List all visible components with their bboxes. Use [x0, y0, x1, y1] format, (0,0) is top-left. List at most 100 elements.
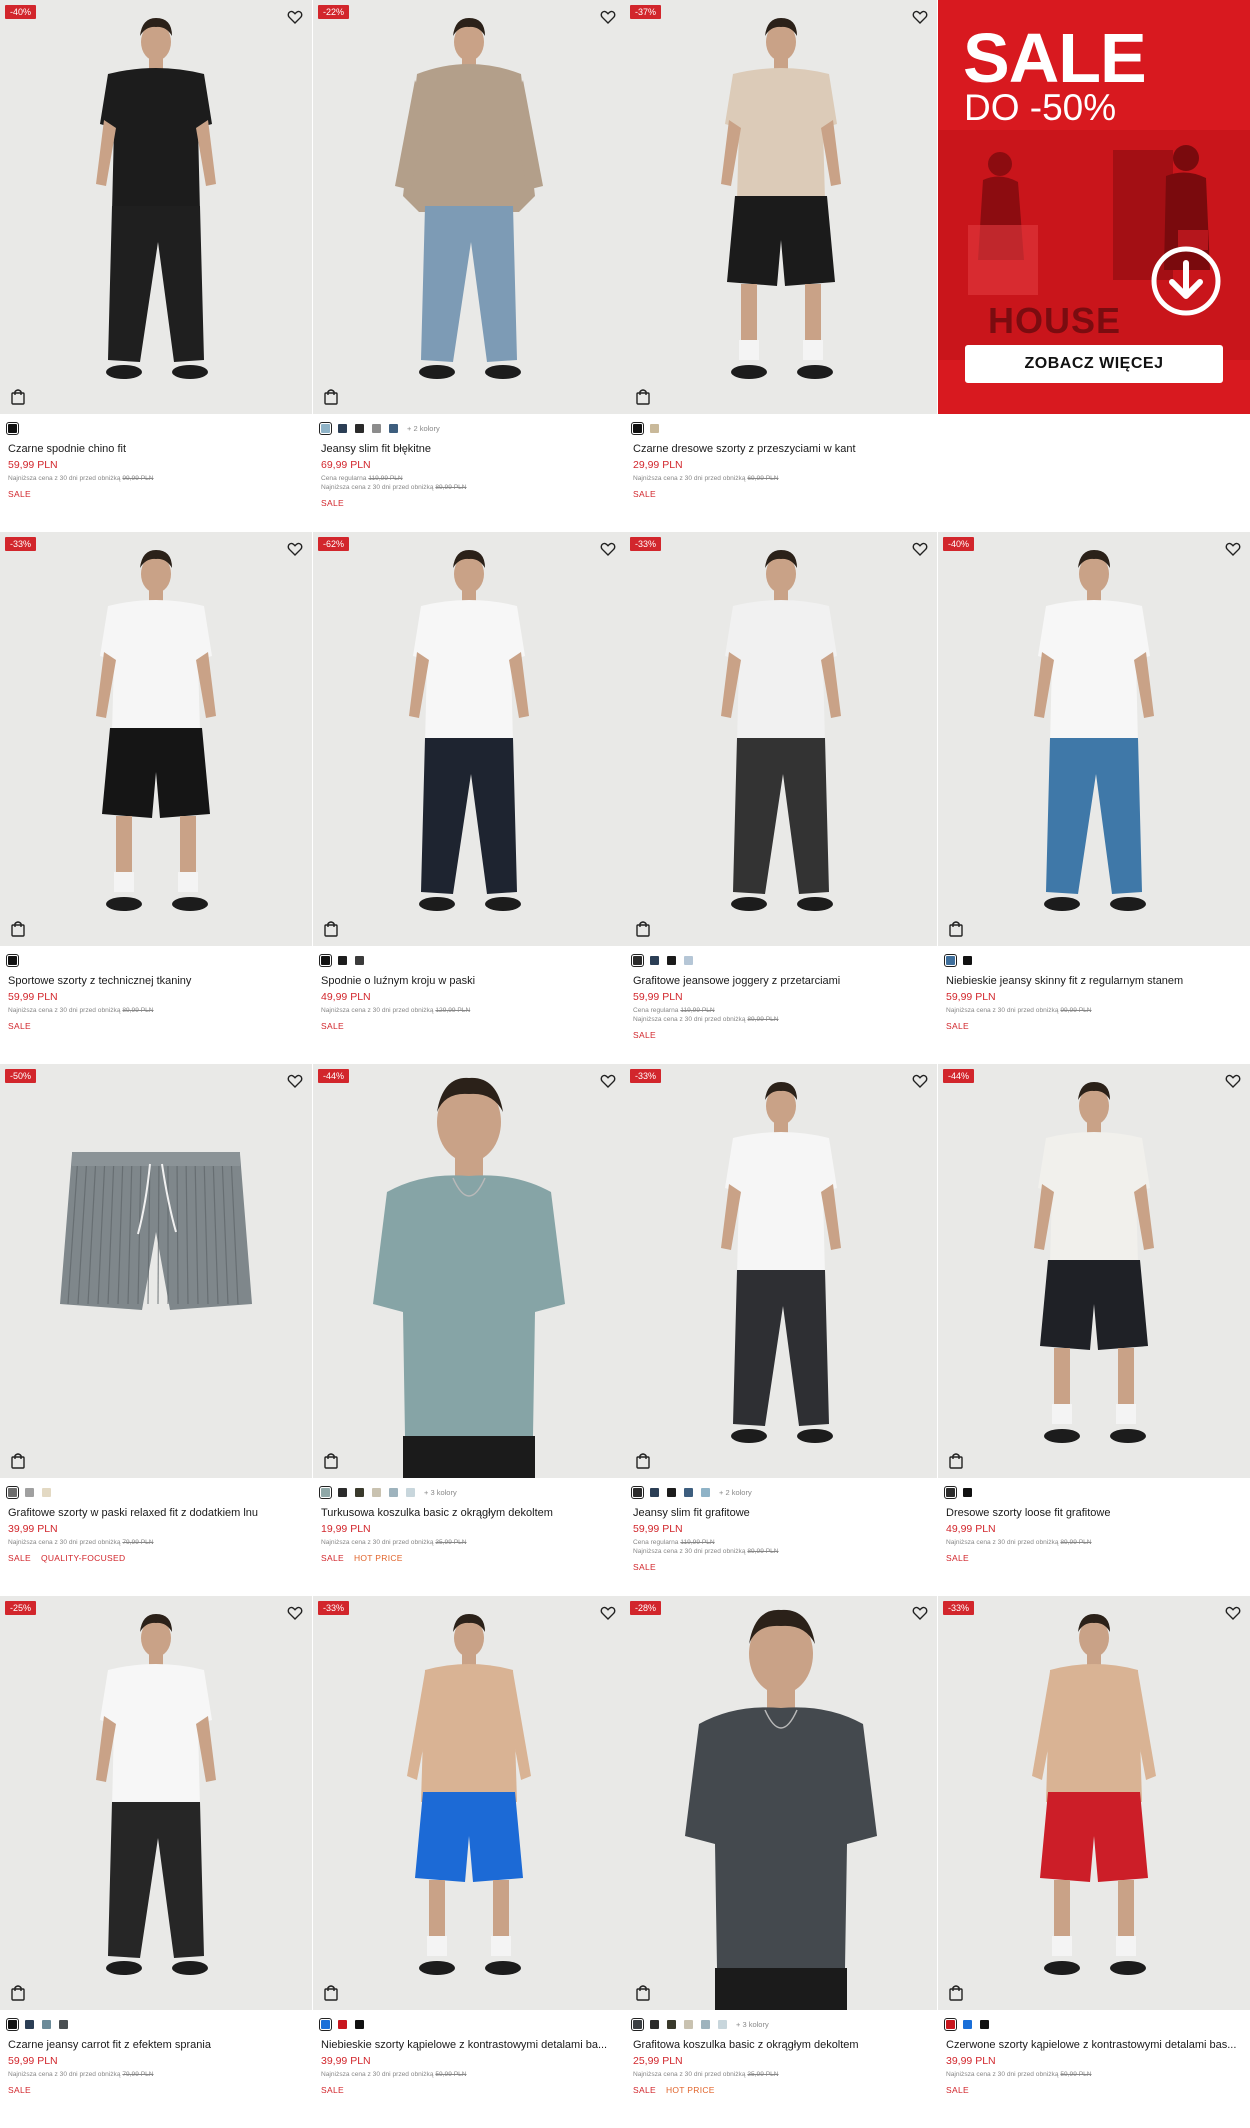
more-colors-label[interactable]: + 2 kolory [407, 424, 440, 433]
color-swatch[interactable] [25, 1488, 34, 1497]
heart-icon[interactable] [912, 9, 928, 25]
shopping-bag-icon[interactable] [323, 920, 339, 937]
color-swatch[interactable] [42, 1488, 51, 1497]
product-photo[interactable]: -33% [313, 1596, 625, 2010]
arrow-down-icon[interactable] [1150, 245, 1222, 317]
color-swatch[interactable] [319, 954, 332, 967]
product-photo[interactable]: -44% [938, 1064, 1250, 1478]
product-name[interactable]: Sportowe szorty z technicznej tkaniny [8, 975, 304, 987]
color-swatch[interactable] [389, 1488, 398, 1497]
color-swatch[interactable] [319, 422, 332, 435]
product-photo[interactable]: -33% [625, 532, 937, 946]
product-name[interactable]: Grafitowe jeansowe joggery z przetarciam… [633, 975, 929, 987]
color-swatch[interactable] [631, 2018, 644, 2031]
color-swatch[interactable] [944, 2018, 957, 2031]
color-swatch[interactable] [338, 1488, 347, 1497]
shopping-bag-icon[interactable] [635, 388, 651, 405]
product-name[interactable]: Jeansy slim fit grafitowe [633, 1507, 929, 1519]
color-swatch[interactable] [650, 424, 659, 433]
product-card[interactable]: -33% Sportowe szorty z technicznej tkanin… [0, 532, 312, 1064]
color-swatch[interactable] [684, 1488, 693, 1497]
shopping-bag-icon[interactable] [635, 1984, 651, 2001]
shopping-bag-icon[interactable] [10, 920, 26, 937]
product-photo[interactable]: -62% [313, 532, 625, 946]
color-swatch[interactable] [319, 1486, 332, 1499]
product-photo[interactable]: -40% [0, 0, 312, 414]
heart-icon[interactable] [600, 9, 616, 25]
product-card[interactable]: -33% Grafitowe jeansowe joggery z przetar… [625, 532, 937, 1064]
product-photo[interactable]: -25% [0, 1596, 312, 2010]
shopping-bag-icon[interactable] [635, 1452, 651, 1469]
shopping-bag-icon[interactable] [10, 388, 26, 405]
color-swatch[interactable] [372, 424, 381, 433]
color-swatch[interactable] [338, 956, 347, 965]
more-colors-label[interactable]: + 2 kolory [719, 1488, 752, 1497]
color-swatch[interactable] [355, 424, 364, 433]
color-swatch[interactable] [6, 954, 19, 967]
color-swatch[interactable] [372, 1488, 381, 1497]
shopping-bag-icon[interactable] [10, 1452, 26, 1469]
color-swatch[interactable] [355, 2020, 364, 2029]
product-name[interactable]: Grafitowe szorty w paski relaxed fit z d… [8, 1507, 304, 1519]
product-card[interactable]: -33% + 2 kolory Jeansy slim fit grafitowe 5… [625, 1064, 937, 1596]
heart-icon[interactable] [1225, 541, 1241, 557]
shopping-bag-icon[interactable] [10, 1984, 26, 2001]
shopping-bag-icon[interactable] [948, 920, 964, 937]
product-name[interactable]: Czerwone szorty kąpielowe z kontrastowym… [946, 2039, 1242, 2051]
product-card[interactable]: -44% Dresowe szorty loose fit grafitowe 49… [938, 1064, 1250, 1596]
shopping-bag-icon[interactable] [635, 920, 651, 937]
product-name[interactable]: Spodnie o luźnym kroju w paski [321, 975, 617, 987]
color-swatch[interactable] [667, 956, 676, 965]
heart-icon[interactable] [912, 1073, 928, 1089]
product-card[interactable]: -40% Czarne spodnie chino fit 59,99 PLN Naj… [0, 0, 312, 532]
color-swatch[interactable] [684, 2020, 693, 2029]
product-name[interactable]: Czarne spodnie chino fit [8, 443, 304, 455]
product-name[interactable]: Jeansy slim fit błękitne [321, 443, 617, 455]
color-swatch[interactable] [701, 2020, 710, 2029]
shopping-bag-icon[interactable] [323, 388, 339, 405]
shopping-bag-icon[interactable] [948, 1984, 964, 2001]
shopping-bag-icon[interactable] [323, 1984, 339, 2001]
color-swatch[interactable] [338, 424, 347, 433]
color-swatch[interactable] [980, 2020, 989, 2029]
product-card[interactable]: -37% Czarne dresowe szorty z przeszyciami… [625, 0, 937, 532]
product-name[interactable]: Niebieskie jeansy skinny fit z regularny… [946, 975, 1242, 987]
heart-icon[interactable] [912, 1605, 928, 1621]
heart-icon[interactable] [287, 9, 303, 25]
color-swatch[interactable] [963, 1488, 972, 1497]
color-swatch[interactable] [338, 2020, 347, 2029]
color-swatch[interactable] [631, 954, 644, 967]
color-swatch[interactable] [319, 2018, 332, 2031]
product-card[interactable]: -62% Spodnie o luźnym kroju w paski 49,99 … [313, 532, 625, 1064]
product-photo[interactable]: -33% [625, 1064, 937, 1478]
product-card[interactable]: -25% Czarne jeansy carrot fit z efektem s… [0, 1596, 312, 2128]
color-swatch[interactable] [355, 956, 364, 965]
color-swatch[interactable] [667, 1488, 676, 1497]
heart-icon[interactable] [287, 1605, 303, 1621]
color-swatch[interactable] [650, 956, 659, 965]
see-more-button[interactable]: ZOBACZ WIĘCEJ [965, 345, 1223, 383]
color-swatch[interactable] [963, 2020, 972, 2029]
heart-icon[interactable] [600, 1605, 616, 1621]
product-photo[interactable]: -33% [938, 1596, 1250, 2010]
heart-icon[interactable] [287, 541, 303, 557]
color-swatch[interactable] [944, 1486, 957, 1499]
product-photo[interactable]: -22% [313, 0, 625, 414]
product-name[interactable]: Grafitowa koszulka basic z okrągłym deko… [633, 2039, 929, 2051]
product-photo[interactable]: -28% [625, 1596, 937, 2010]
heart-icon[interactable] [287, 1073, 303, 1089]
product-photo[interactable]: -40% [938, 532, 1250, 946]
heart-icon[interactable] [1225, 1605, 1241, 1621]
product-card[interactable]: -33% Niebieskie szorty kąpielowe z kontra… [313, 1596, 625, 2128]
color-swatch[interactable] [389, 424, 398, 433]
heart-icon[interactable] [1225, 1073, 1241, 1089]
color-swatch[interactable] [59, 2020, 68, 2029]
heart-icon[interactable] [600, 541, 616, 557]
sale-banner[interactable]: SALE DO -50% HOUSE ZOBACZ WIĘCEJ [938, 0, 1250, 414]
product-card[interactable]: -28% + 3 kolory Grafitowa koszulka basic z… [625, 1596, 937, 2128]
color-swatch[interactable] [718, 2020, 727, 2029]
color-swatch[interactable] [42, 2020, 51, 2029]
color-swatch[interactable] [355, 1488, 364, 1497]
product-name[interactable]: Niebieskie szorty kąpielowe z kontrastow… [321, 2039, 617, 2051]
product-name[interactable]: Turkusowa koszulka basic z okrągłym deko… [321, 1507, 617, 1519]
